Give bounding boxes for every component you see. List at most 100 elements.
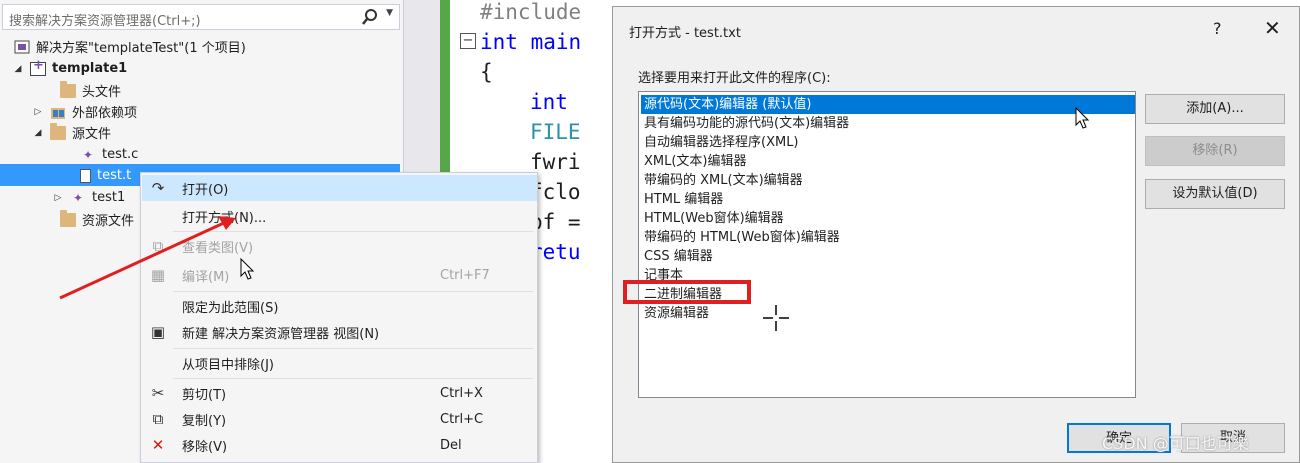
expand-icon[interactable]: ▷ xyxy=(52,193,64,203)
code-line: int xyxy=(530,90,568,114)
tree-item-label: 外部依赖项 xyxy=(72,106,138,121)
watermark: CSDN @可口也可樂 xyxy=(1102,434,1249,453)
menu-item-label: 从项目中排除(J) xyxy=(182,357,274,373)
tree-item-label: 解决方案"templateTest"(1 个项目) xyxy=(36,41,246,56)
expand-icon[interactable]: ▷ xyxy=(32,107,44,117)
folder-icon xyxy=(60,80,76,98)
tree-item-label: 头文件 xyxy=(82,85,122,100)
collapse-icon[interactable]: ◢ xyxy=(12,64,24,74)
menu-item-scope[interactable]: 限定为此范围(S) xyxy=(142,293,537,319)
remove-icon: ✕ xyxy=(151,436,165,454)
tree-item-resource-files[interactable]: 资源文件 xyxy=(60,209,134,230)
menu-separator xyxy=(173,291,533,292)
tree-item-label: test1 xyxy=(92,190,126,205)
annotation-highlight-box xyxy=(623,280,751,304)
mouse-cursor-icon xyxy=(240,258,255,280)
add-button[interactable]: 添加(A)... xyxy=(1145,94,1285,124)
project-icon xyxy=(30,58,46,76)
search-input[interactable]: 搜索解决方案资源管理器(Ctrl+;) xyxy=(9,10,201,29)
collapse-region-icon[interactable]: − xyxy=(460,33,476,49)
menu-item-label: 剪切(T) xyxy=(182,387,227,403)
cpp-file-icon: ✦ xyxy=(72,190,84,205)
dialog-title: 打开方式 - test.txt xyxy=(629,26,741,41)
program-item[interactable]: XML(文本)编辑器 xyxy=(641,152,1135,171)
set-default-button[interactable]: 设为默认值(D) xyxy=(1145,179,1285,209)
menu-item-label: 查看类图(V) xyxy=(182,240,254,256)
menu-item-new-view[interactable]: ▣ 新建 解决方案资源管理器 视图(N) xyxy=(142,319,537,345)
program-item[interactable]: HTML(Web窗体)编辑器 xyxy=(641,209,1135,228)
code-line: fwri xyxy=(530,150,581,174)
menu-item-cut[interactable]: ✂ 剪切(T) Ctrl+X xyxy=(142,380,537,406)
program-item[interactable]: 自动编辑器选择程序(XML) xyxy=(641,133,1135,152)
menu-item-remove[interactable]: ✕ 移除(V) Del xyxy=(142,432,537,458)
mouse-cursor-icon xyxy=(1075,107,1090,129)
tree-item-label: template1 xyxy=(52,61,128,76)
tree-item-header-files[interactable]: 头文件 xyxy=(60,80,121,101)
folder-icon xyxy=(50,122,66,140)
menu-item-label: 新建 解决方案资源管理器 视图(N) xyxy=(182,326,380,342)
solution-icon xyxy=(14,40,30,53)
class-diagram-icon: ⧉ xyxy=(152,237,164,255)
menu-item-label: 编译(M) xyxy=(182,269,230,285)
menu-separator xyxy=(173,378,533,379)
menu-item-view-class-diagram[interactable]: ⧉ 查看类图(V) xyxy=(142,233,537,259)
tree-item-test-txt[interactable]: test.t xyxy=(80,165,131,186)
menu-item-label: 复制(Y) xyxy=(182,413,227,429)
open-with-dialog: 打开方式 - test.txt ? ✕ 选择要用来打开此文件的程序(C): 源代… xyxy=(612,6,1300,463)
menu-item-shortcut: Del xyxy=(440,437,462,453)
code-line: int main xyxy=(480,30,582,54)
menu-item-label: 限定为此范围(S) xyxy=(182,300,279,316)
crosshair-icon xyxy=(763,305,789,331)
cpp-file-icon: ✦ xyxy=(82,147,94,162)
menu-item-shortcut: Ctrl+C xyxy=(440,411,484,427)
solution-search-box[interactable]: 搜索解决方案资源管理器(Ctrl+;) ▼ xyxy=(2,4,400,30)
folder-icon xyxy=(60,209,76,227)
tree-item-label: test.c xyxy=(102,147,139,162)
tree-item-label: 源文件 xyxy=(72,127,112,142)
tree-item-test1[interactable]: ▷ ✦ test1 xyxy=(52,187,126,208)
program-item[interactable]: 资源编辑器 xyxy=(641,304,1135,323)
tree-item-label: test.t xyxy=(97,168,132,183)
help-button[interactable]: ? xyxy=(1213,19,1222,38)
program-item[interactable]: 带编码的 HTML(Web窗体)编辑器 xyxy=(641,228,1135,247)
tree-item-project[interactable]: ◢ template1 xyxy=(12,58,128,79)
tree-item-solution[interactable]: 解决方案"templateTest"(1 个项目) xyxy=(14,36,246,57)
tree-item-label: 资源文件 xyxy=(82,214,135,229)
menu-item-open-with[interactable]: 打开方式(N)... xyxy=(142,203,537,229)
open-icon: ↷ xyxy=(151,179,165,197)
program-item[interactable]: 具有编码功能的源代码(文本)编辑器 xyxy=(641,114,1135,133)
copy-icon: ⧉ xyxy=(152,410,164,428)
new-view-icon: ▣ xyxy=(150,323,166,341)
chevron-down-icon[interactable]: ▼ xyxy=(386,8,393,18)
menu-item-shortcut: Ctrl+X xyxy=(440,385,483,401)
tree-item-external-deps[interactable]: ▷ 外部依赖项 xyxy=(32,101,137,122)
text-file-icon xyxy=(80,168,91,183)
program-item[interactable]: HTML 编辑器 xyxy=(641,190,1135,209)
close-button[interactable]: ✕ xyxy=(1264,16,1281,40)
program-list[interactable]: 源代码(文本)编辑器 (默认值) 具有编码功能的源代码(文本)编辑器 自动编辑器… xyxy=(638,91,1136,398)
collapse-icon[interactable]: ◢ xyxy=(32,128,44,138)
code-line: #include xyxy=(480,0,582,24)
code-line: FILE xyxy=(530,120,581,144)
menu-item-open[interactable]: ↷ 打开(O) xyxy=(142,175,537,201)
menu-separator xyxy=(173,348,533,349)
remove-button[interactable]: 移除(R) xyxy=(1145,136,1285,166)
menu-item-label: 移除(V) xyxy=(182,439,228,455)
program-item[interactable]: 带编码的 XML(文本)编辑器 xyxy=(641,171,1135,190)
search-icon[interactable] xyxy=(361,7,379,27)
menu-item-copy[interactable]: ⧉ 复制(Y) Ctrl+C xyxy=(142,406,537,432)
cut-icon: ✂ xyxy=(151,384,165,402)
menu-item-compile[interactable]: ▦ 编译(M) Ctrl+F7 xyxy=(142,262,537,288)
program-item[interactable]: 源代码(文本)编辑器 (默认值) xyxy=(641,95,1135,114)
program-list-label: 选择要用来打开此文件的程序(C): xyxy=(638,71,831,86)
context-menu: ↷ 打开(O) 打开方式(N)... ⧉ 查看类图(V) ▦ 编译(M) Ctr… xyxy=(140,172,538,463)
code-line: { xyxy=(480,60,493,84)
program-item[interactable]: CSS 编辑器 xyxy=(641,247,1135,266)
menu-item-exclude[interactable]: 从项目中排除(J) xyxy=(142,350,537,376)
tree-item-test-c[interactable]: ✦ test.c xyxy=(80,144,138,165)
menu-separator xyxy=(173,231,533,232)
menu-item-label: 打开方式(N)... xyxy=(182,210,267,226)
external-deps-icon xyxy=(51,107,65,119)
compile-icon: ▦ xyxy=(150,266,166,284)
tree-item-source-files[interactable]: ◢ 源文件 xyxy=(32,122,111,143)
